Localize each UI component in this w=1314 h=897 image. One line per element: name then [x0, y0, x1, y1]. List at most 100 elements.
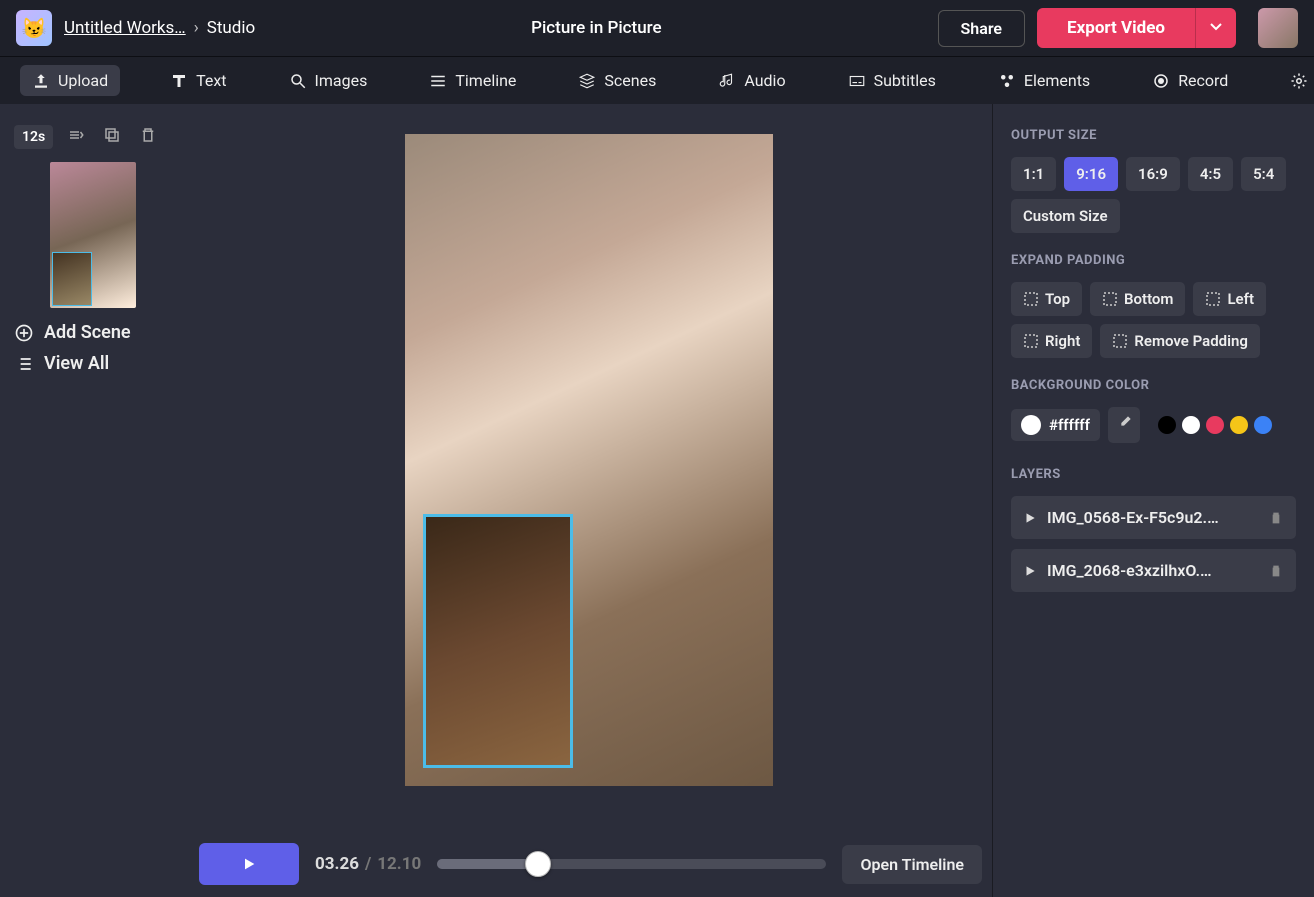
properties-panel: OUTPUT SIZE 1:1 9:16 16:9 4:5 5:4 Custom…	[992, 104, 1314, 897]
bg-color-row: #ffffff	[1011, 407, 1296, 443]
tool-upload[interactable]: Upload	[20, 65, 120, 96]
scenes-icon	[578, 72, 596, 90]
color-hex-value: #ffffff	[1049, 416, 1090, 434]
tool-label: Audio	[744, 71, 785, 90]
tool-label: Images	[315, 71, 368, 90]
app-header: 😼 Untitled Works… › Studio Picture in Pi…	[0, 0, 1314, 56]
padding-icon	[1205, 291, 1221, 307]
custom-size-button[interactable]: Custom Size	[1011, 199, 1120, 233]
playback-bar: 03.26/12.10 Open Timeline	[199, 843, 992, 885]
remove-padding-button[interactable]: Remove Padding	[1100, 324, 1260, 358]
time-total: 12.10	[377, 854, 421, 874]
layer-item[interactable]: IMG_2068-e3xzilhxO.…	[1011, 549, 1296, 592]
expand-padding-label: EXPAND PADDING	[1011, 253, 1296, 268]
tool-scenes[interactable]: Scenes	[566, 65, 668, 96]
record-icon	[1152, 72, 1170, 90]
tool-label: Upload	[58, 71, 108, 90]
layer-name: IMG_2068-e3xzilhxO.…	[1047, 561, 1258, 580]
padding-left-button[interactable]: Left	[1193, 282, 1266, 316]
tool-timeline[interactable]: Timeline	[417, 65, 528, 96]
page-title: Picture in Picture	[267, 18, 925, 38]
padding-row: Top Bottom Left Right Remove Padding	[1011, 282, 1296, 358]
color-preview-swatch	[1021, 415, 1041, 435]
padding-icon	[1102, 291, 1118, 307]
open-timeline-button[interactable]: Open Timeline	[842, 845, 982, 884]
elements-icon	[998, 72, 1016, 90]
video-canvas[interactable]	[405, 134, 773, 786]
tool-label: Timeline	[455, 71, 516, 90]
upload-icon	[32, 72, 50, 90]
swatch-red[interactable]	[1206, 416, 1224, 434]
play-icon	[1023, 564, 1037, 578]
color-input[interactable]: #ffffff	[1011, 409, 1100, 441]
padding-right-button[interactable]: Right	[1011, 324, 1092, 358]
ratio-9-16[interactable]: 9:16	[1064, 157, 1118, 191]
share-button[interactable]: Share	[938, 10, 1026, 47]
text-icon	[170, 72, 188, 90]
trash-icon[interactable]	[135, 122, 161, 152]
play-icon	[1023, 511, 1037, 525]
play-icon	[241, 856, 257, 872]
user-avatar[interactable]	[1258, 8, 1298, 48]
swatch-white[interactable]	[1182, 416, 1200, 434]
breadcrumb-section: Studio	[207, 18, 255, 38]
tool-label: Text	[196, 71, 226, 90]
tool-label: Record	[1178, 71, 1228, 90]
search-icon	[289, 72, 307, 90]
output-size-label: OUTPUT SIZE	[1011, 128, 1296, 143]
view-all-label: View All	[44, 353, 109, 374]
ratio-4-5[interactable]: 4:5	[1188, 157, 1233, 191]
tool-elements[interactable]: Elements	[986, 65, 1102, 96]
eyedropper-icon	[1116, 415, 1132, 431]
eyedropper-button[interactable]	[1108, 407, 1140, 443]
export-dropdown-button[interactable]	[1195, 8, 1236, 48]
move-icon[interactable]	[63, 122, 89, 152]
ratio-16-9[interactable]: 16:9	[1126, 157, 1180, 191]
pip-overlay[interactable]	[423, 514, 573, 768]
main-area: 12s Add Scene View All 03.26/12.10	[0, 104, 1314, 897]
export-button[interactable]: Export Video	[1037, 8, 1195, 48]
audio-icon	[718, 72, 736, 90]
progress-fill	[437, 859, 538, 869]
layers-label: LAYERS	[1011, 467, 1296, 482]
workspace-link[interactable]: Untitled Works…	[64, 18, 186, 38]
view-all-button[interactable]: View All	[14, 353, 171, 374]
tool-record[interactable]: Record	[1140, 65, 1240, 96]
add-scene-label: Add Scene	[44, 322, 131, 343]
timeline-icon	[429, 72, 447, 90]
tool-images[interactable]: Images	[277, 65, 380, 96]
padding-bottom-button[interactable]: Bottom	[1090, 282, 1185, 316]
add-scene-button[interactable]: Add Scene	[14, 322, 171, 343]
tool-text[interactable]: Text	[158, 65, 238, 96]
progress-thumb[interactable]	[525, 851, 551, 877]
tool-audio[interactable]: Audio	[706, 65, 797, 96]
ratio-1-1[interactable]: 1:1	[1011, 157, 1056, 191]
swatch-blue[interactable]	[1254, 416, 1272, 434]
aspect-ratio-row: 1:1 9:16 16:9 4:5 5:4 Custom Size	[1011, 157, 1296, 233]
layer-item[interactable]: IMG_0568-Ex-F5c9u2.…	[1011, 496, 1296, 539]
padding-icon	[1023, 291, 1039, 307]
ratio-5-4[interactable]: 5:4	[1241, 157, 1286, 191]
chevron-down-icon	[1210, 20, 1222, 32]
padding-top-button[interactable]: Top	[1011, 282, 1082, 316]
scene-toolbar: 12s	[14, 122, 171, 152]
subtitles-icon	[848, 72, 866, 90]
layer-name: IMG_0568-Ex-F5c9u2.…	[1047, 508, 1258, 527]
trash-icon[interactable]	[1268, 510, 1284, 526]
scene-duration[interactable]: 12s	[14, 125, 53, 149]
tool-settings[interactable]: Setting	[1278, 65, 1314, 96]
copy-icon[interactable]	[99, 122, 125, 152]
tool-label: Scenes	[604, 71, 656, 90]
breadcrumb: Untitled Works… › Studio	[64, 18, 255, 38]
progress-slider[interactable]	[437, 859, 826, 869]
color-swatches	[1158, 416, 1272, 434]
trash-icon[interactable]	[1268, 563, 1284, 579]
app-logo[interactable]: 😼	[16, 10, 52, 46]
tool-subtitles[interactable]: Subtitles	[836, 65, 948, 96]
swatch-black[interactable]	[1158, 416, 1176, 434]
plus-circle-icon	[14, 323, 34, 343]
play-button[interactable]	[199, 843, 299, 885]
canvas-area: 03.26/12.10 Open Timeline	[185, 104, 992, 897]
swatch-yellow[interactable]	[1230, 416, 1248, 434]
scene-thumbnail[interactable]	[50, 162, 136, 308]
